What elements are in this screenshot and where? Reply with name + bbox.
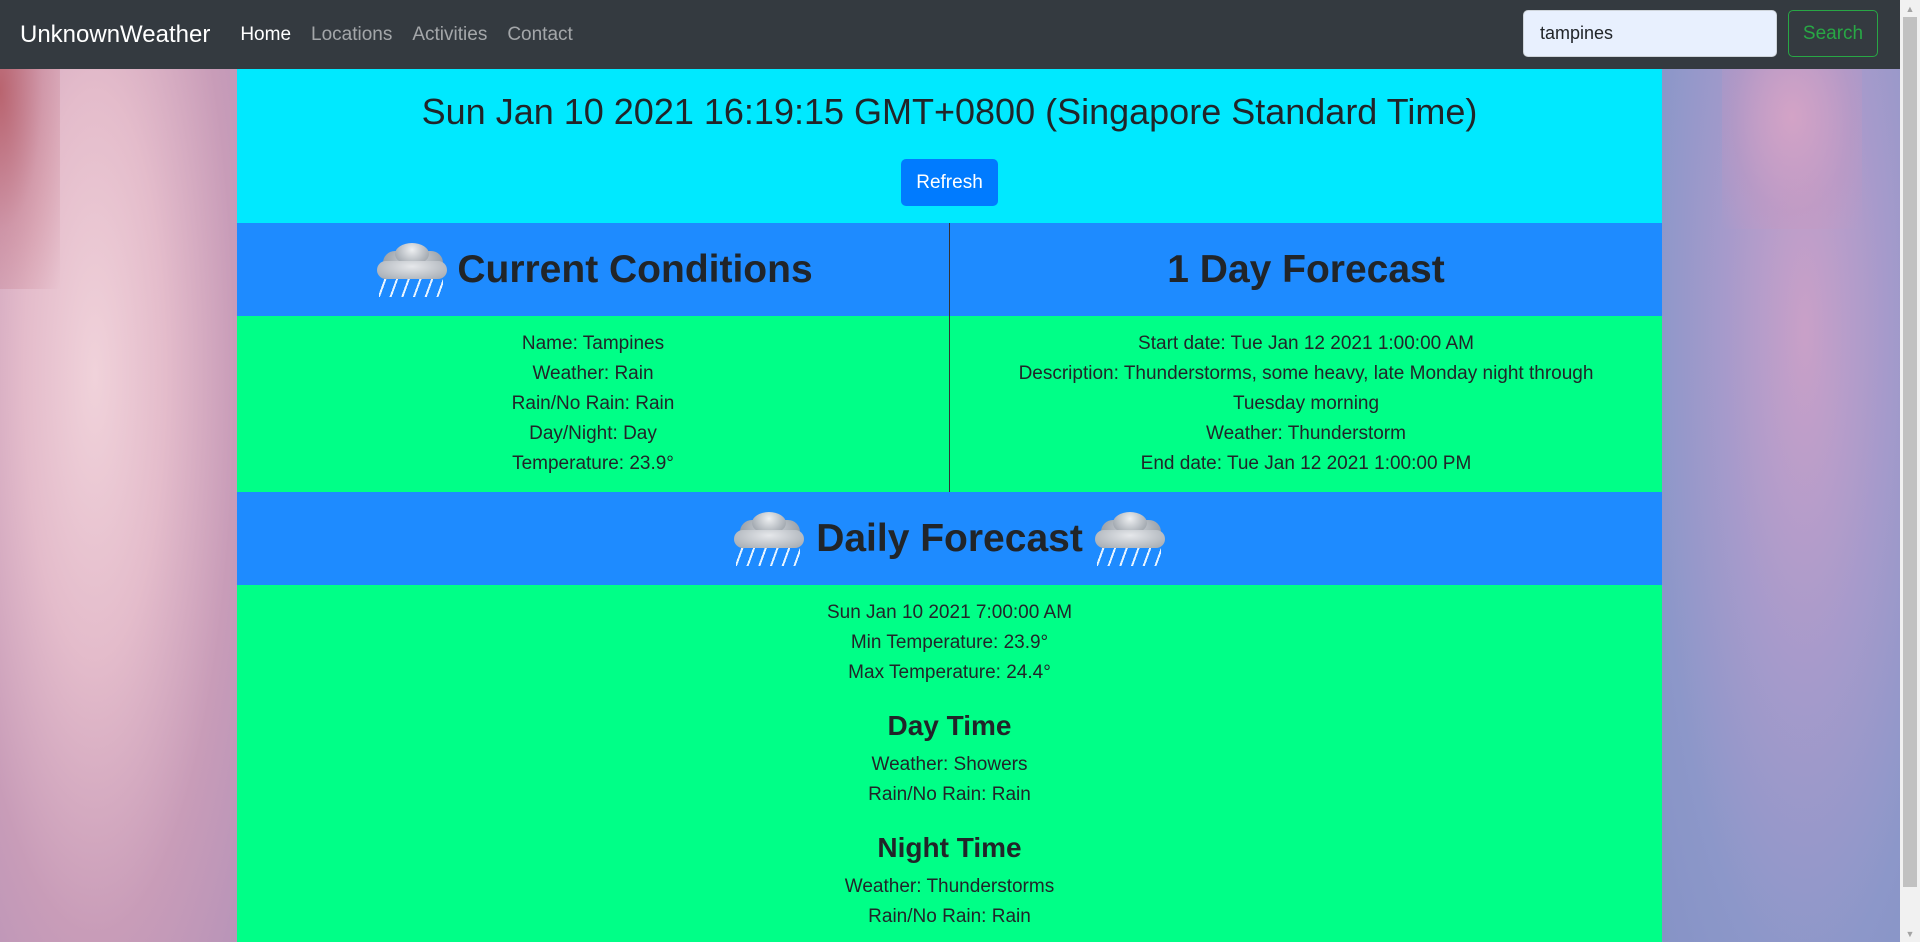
current-daynight: Day/Night: Day (529, 423, 657, 444)
nav-link-locations[interactable]: Locations (311, 24, 392, 46)
day-weather: Weather: Showers (871, 754, 1028, 775)
page-scrollbar[interactable]: ▲ ▼ (1900, 0, 1920, 942)
current-weather: Weather: Rain (532, 363, 654, 384)
current-name: Name: Tampines (521, 333, 665, 354)
day-rain: Rain/No Rain: Rain (868, 784, 1031, 805)
navbar: UnknownWeather Home Locations Activities… (0, 0, 1900, 69)
search-input[interactable] (1523, 10, 1777, 57)
forecast-description: Description: Thunderstorms, some heavy, … (1018, 363, 1594, 414)
time-section: Sun Jan 10 2021 16:19:15 GMT+0800 (Singa… (237, 69, 1662, 223)
rain-cloud-icon (730, 510, 808, 568)
conditions-row: Current Conditions Name: Tampines Weathe… (237, 223, 1662, 492)
scroll-up-arrow-icon[interactable]: ▲ (1900, 0, 1920, 17)
nav-link-home[interactable]: Home (240, 24, 291, 46)
one-day-forecast-title: 1 Day Forecast (1167, 247, 1445, 291)
refresh-button[interactable]: Refresh (901, 159, 998, 206)
daily-forecast-title: Daily Forecast (816, 516, 1083, 560)
daily-min-temp: Min Temperature: 23.9° (850, 632, 1049, 653)
current-conditions-panel: Current Conditions Name: Tampines Weathe… (237, 223, 950, 492)
day-time-title: Day Time (887, 710, 1012, 741)
one-day-forecast-panel: 1 Day Forecast Start date: Tue Jan 12 20… (950, 223, 1662, 492)
current-conditions-title: Current Conditions (457, 247, 813, 291)
daily-max-temp: Max Temperature: 24.4° (848, 662, 1051, 683)
search-button[interactable]: Search (1788, 10, 1878, 57)
daily-forecast-body: Sun Jan 10 2021 7:00:00 AM Min Temperatu… (237, 585, 1662, 942)
current-datetime: Sun Jan 10 2021 16:19:15 GMT+0800 (Singa… (421, 91, 1478, 132)
scroll-down-arrow-icon[interactable]: ▼ (1900, 925, 1920, 942)
background-left (0, 69, 237, 942)
current-temperature: Temperature: 23.9° (512, 453, 674, 474)
one-day-forecast-body: Start date: Tue Jan 12 2021 1:00:00 AM D… (950, 316, 1662, 492)
current-rain: Rain/No Rain: Rain (511, 393, 675, 414)
night-time-title: Night Time (877, 832, 1022, 863)
forecast-weather: Weather: Thunderstorm (1206, 423, 1406, 444)
daily-forecast-header: Daily Forecast (237, 492, 1662, 585)
current-conditions-body: Name: Tampines Weather: Rain Rain/No Rai… (237, 316, 949, 492)
scrollbar-thumb[interactable] (1903, 17, 1917, 887)
one-day-forecast-header: 1 Day Forecast (950, 223, 1662, 316)
main-container: Sun Jan 10 2021 16:19:15 GMT+0800 (Singa… (237, 69, 1662, 942)
forecast-end-date: End date: Tue Jan 12 2021 1:00:00 PM (1140, 453, 1472, 474)
current-conditions-header: Current Conditions (237, 223, 949, 316)
nav-link-activities[interactable]: Activities (412, 24, 487, 46)
night-weather: Weather: Thunderstorms (844, 876, 1055, 897)
nav-link-contact[interactable]: Contact (507, 24, 572, 46)
night-rain: Rain/No Rain: Rain (868, 906, 1031, 927)
rain-cloud-icon (373, 241, 451, 299)
background-right (1662, 69, 1900, 942)
thunder-cloud-icon (1091, 510, 1169, 568)
brand-link[interactable]: UnknownWeather (20, 21, 210, 49)
forecast-start-date: Start date: Tue Jan 12 2021 1:00:00 AM (1138, 333, 1474, 354)
search-form: Search (1523, 10, 1878, 57)
daily-date: Sun Jan 10 2021 7:00:00 AM (826, 602, 1073, 623)
